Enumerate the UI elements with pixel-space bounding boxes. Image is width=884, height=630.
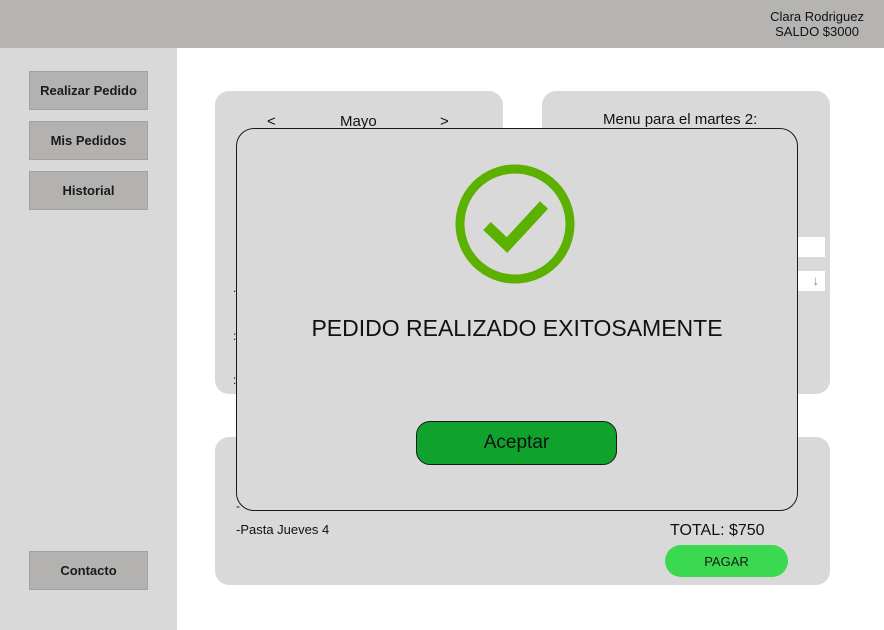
menu-input[interactable]: [797, 237, 825, 257]
order-total: TOTAL: $750: [670, 522, 765, 539]
success-message: PEDIDO REALIZADO EXITOSAMENTE: [311, 315, 723, 341]
sidebar-item-historial[interactable]: Historial: [29, 171, 148, 210]
menu-select[interactable]: ↓: [797, 271, 825, 291]
user-name: Clara Rodriguez: [770, 9, 864, 24]
sidebar-item-mis-pedidos[interactable]: Mis Pedidos: [29, 121, 148, 160]
pay-button[interactable]: PAGAR: [665, 545, 788, 577]
success-modal: PEDIDO REALIZADO EXITOSAMENTE Aceptar: [236, 128, 798, 511]
chevron-down-icon: ↓: [812, 273, 820, 288]
accept-button[interactable]: Aceptar: [416, 421, 617, 465]
balance-label: SALDO $3000: [775, 24, 859, 39]
top-bar: Clara Rodriguez SALDO $3000: [0, 0, 884, 48]
user-info: Clara Rodriguez SALDO $3000: [770, 9, 864, 39]
menu-title: Menu para el martes 2:: [603, 111, 758, 128]
sidebar-item-realizar-pedido[interactable]: Realizar Pedido: [29, 71, 148, 110]
sidebar: Realizar Pedido Mis Pedidos Historial Co…: [0, 48, 177, 630]
sidebar-item-contacto[interactable]: Contacto: [29, 551, 148, 590]
order-line: -Pasta Jueves 4: [236, 522, 330, 537]
check-circle-icon: [455, 164, 575, 284]
